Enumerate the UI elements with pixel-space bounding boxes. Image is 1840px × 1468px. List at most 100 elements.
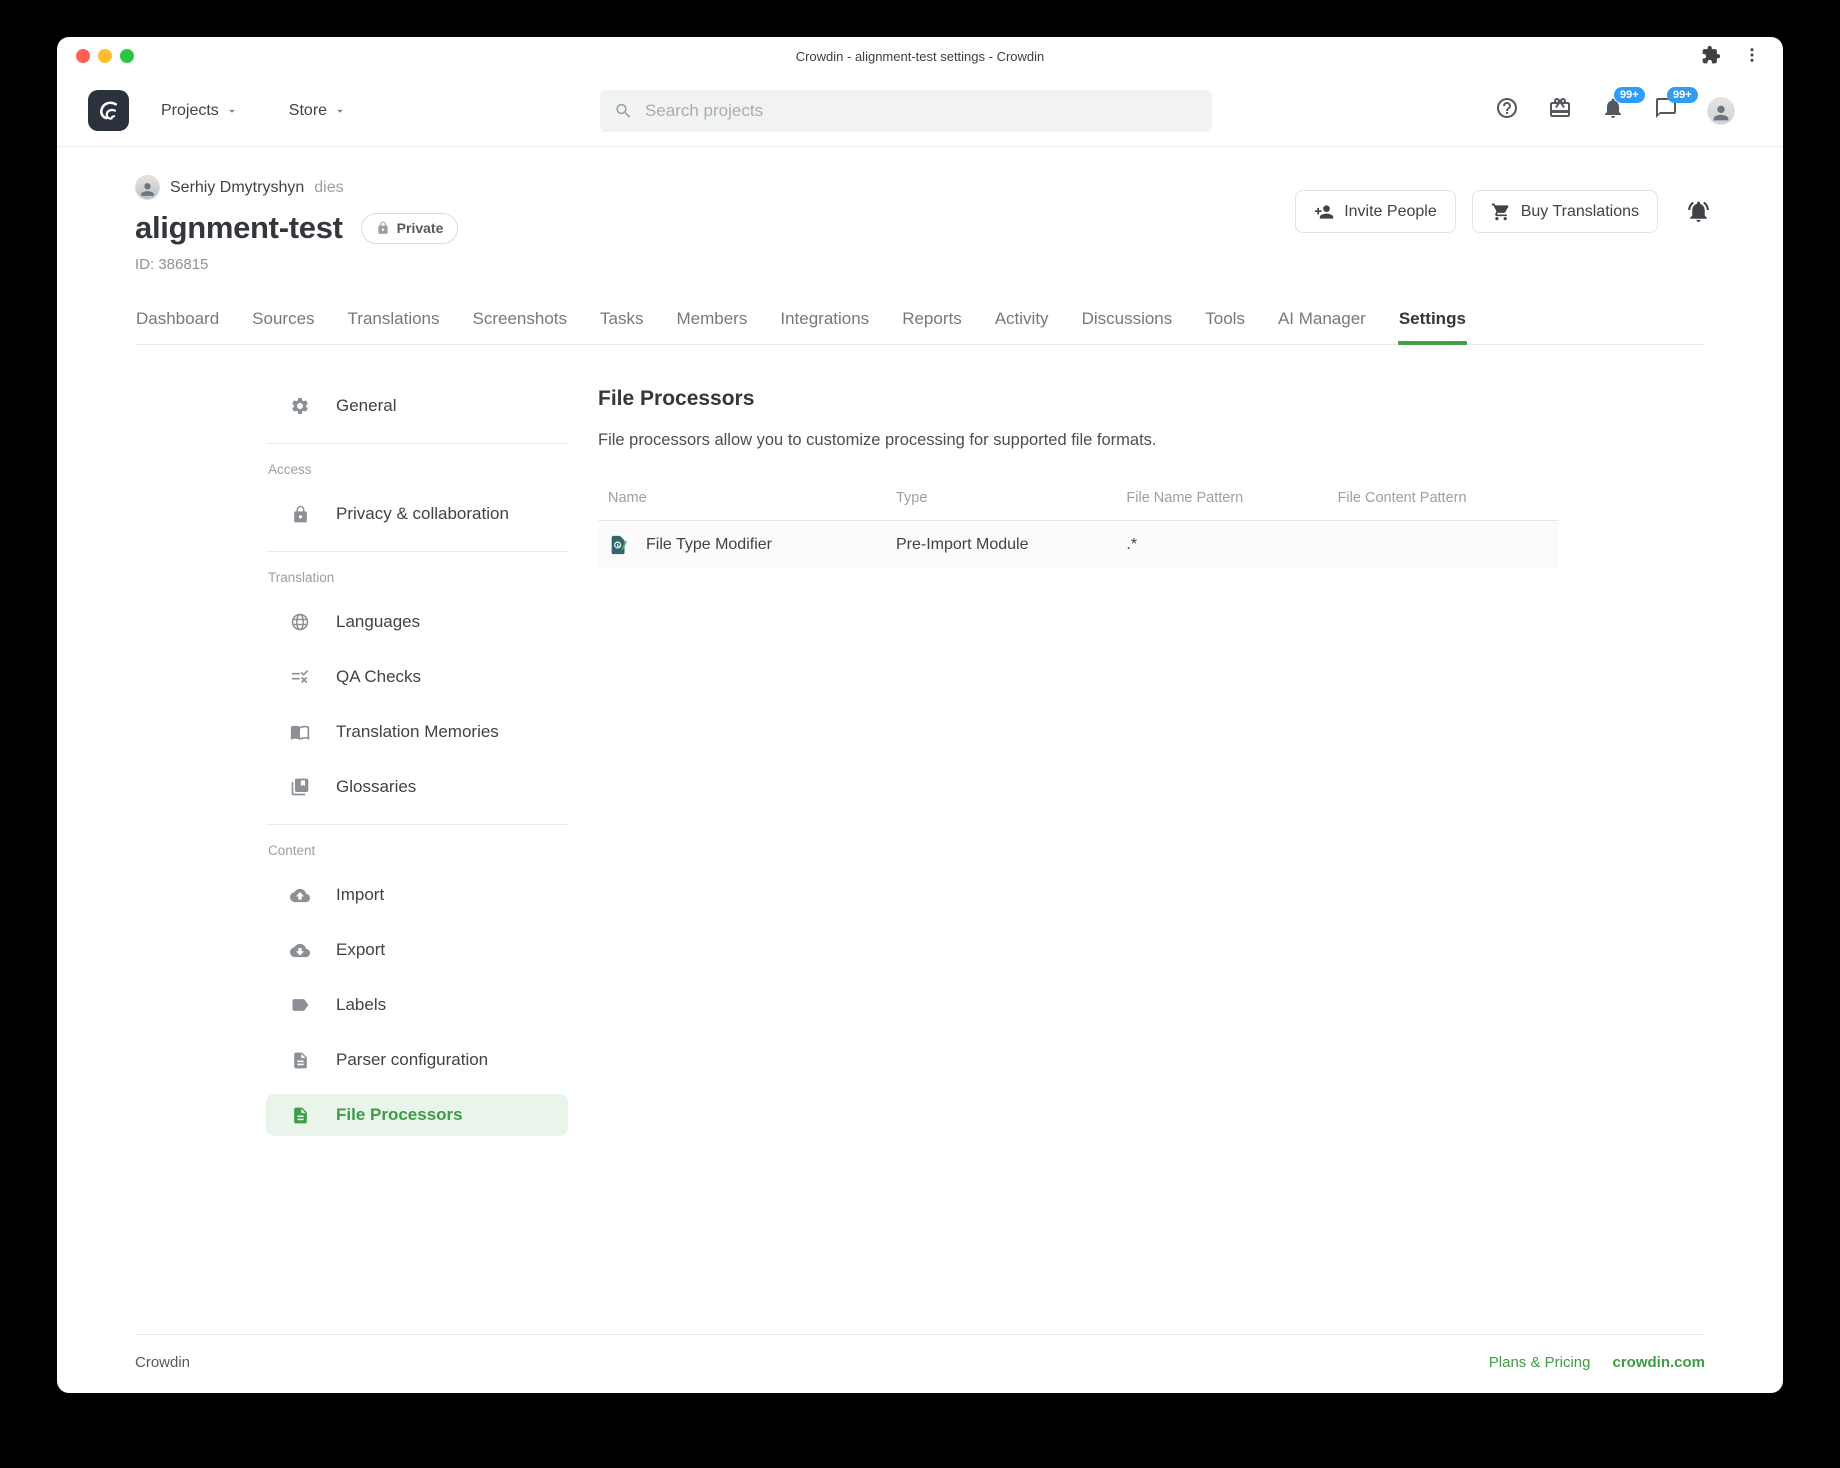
sidebar-item-qa-checks[interactable]: QA Checks (266, 656, 568, 698)
file-processors-table: Name Type File Name Pattern File Content… (598, 480, 1558, 569)
books-icon (290, 777, 310, 797)
messages-badge: 99+ (1667, 87, 1698, 103)
footer: Crowdin Plans & Pricing crowdin.com (57, 1334, 1783, 1393)
notifications-badge: 99+ (1614, 87, 1645, 103)
tab-settings[interactable]: Settings (1398, 309, 1467, 344)
browser-window: Crowdin - alignment-test settings - Crow… (57, 37, 1783, 1393)
visibility-label: Private (397, 220, 444, 236)
sidebar-item-glossaries[interactable]: Glossaries (266, 766, 568, 808)
window-title: Crowdin - alignment-test settings - Crow… (796, 49, 1045, 64)
tab-dashboard[interactable]: Dashboard (135, 309, 220, 344)
chevron-down-icon (225, 104, 239, 118)
extensions-puzzle-icon[interactable] (1701, 45, 1721, 65)
store-menu-label: Store (289, 102, 327, 120)
sidebar-item-privacy-collaboration[interactable]: Privacy & collaboration (266, 493, 568, 535)
tab-sources[interactable]: Sources (251, 309, 315, 344)
column-header-name: Name (598, 480, 886, 521)
titlebar: Crowdin - alignment-test settings - Crow… (57, 37, 1783, 75)
sidebar-section-access: Access (268, 462, 568, 477)
sidebar-item-label: QA Checks (336, 667, 421, 687)
tab-activity[interactable]: Activity (994, 309, 1050, 344)
open-book-icon (290, 722, 310, 742)
bell-ring-icon (1686, 199, 1711, 224)
project-header: Serhiy Dmytryshyn dies alignment-test Pr… (57, 147, 1783, 345)
minimize-window-button[interactable] (98, 49, 112, 63)
sidebar-item-translation-memories[interactable]: Translation Memories (266, 711, 568, 753)
buy-translations-button[interactable]: Buy Translations (1472, 190, 1658, 233)
processor-type: Pre-Import Module (886, 521, 1116, 570)
column-header-type: Type (886, 480, 1116, 521)
tab-ai-manager[interactable]: AI Manager (1277, 309, 1367, 344)
sidebar-item-label: Glossaries (336, 777, 416, 797)
messages-button[interactable]: 99+ (1654, 96, 1678, 125)
processor-name: File Type Modifier (646, 536, 772, 554)
top-navigation: Projects Store 99+ 99+ (57, 75, 1783, 147)
search-bar[interactable] (600, 90, 1212, 132)
tab-integrations[interactable]: Integrations (779, 309, 870, 344)
store-menu[interactable]: Store (289, 102, 347, 120)
plans-pricing-link[interactable]: Plans & Pricing (1489, 1354, 1591, 1371)
crowdin-logo[interactable] (88, 90, 129, 131)
sidebar-item-label: File Processors (336, 1105, 463, 1125)
column-header-file-name-pattern: File Name Pattern (1116, 480, 1327, 521)
gift-icon (1548, 96, 1572, 120)
tab-tasks[interactable]: Tasks (599, 309, 644, 344)
notifications-button[interactable]: 99+ (1601, 96, 1625, 125)
sidebar-item-labels[interactable]: Labels (266, 984, 568, 1026)
file-processors-panel: File Processors File processors allow yo… (598, 387, 1558, 569)
owner-name[interactable]: Serhiy Dmytryshyn (170, 179, 304, 197)
settings-body: General Access Privacy & collaboration T… (57, 345, 1783, 1149)
user-avatar[interactable] (1707, 97, 1735, 125)
document-icon (290, 1105, 310, 1125)
person-icon (138, 180, 157, 199)
tab-reports[interactable]: Reports (901, 309, 963, 344)
section-description: File processors allow you to customize p… (598, 431, 1558, 450)
sidebar-item-label: Import (336, 885, 384, 905)
sidebar-item-label: Parser configuration (336, 1050, 488, 1070)
person-icon (1710, 102, 1732, 124)
invite-people-button[interactable]: Invite People (1295, 190, 1456, 233)
sidebar-item-label: Export (336, 940, 385, 960)
tab-tools[interactable]: Tools (1204, 309, 1246, 344)
cloud-download-icon (290, 940, 310, 960)
page-title: alignment-test (135, 210, 343, 246)
sidebar-item-general[interactable]: General (266, 385, 568, 427)
sidebar-item-label: General (336, 396, 396, 416)
sidebar-item-file-processors[interactable]: File Processors (266, 1094, 568, 1136)
tab-screenshots[interactable]: Screenshots (472, 309, 569, 344)
projects-menu[interactable]: Projects (161, 102, 239, 120)
column-header-file-content-pattern: File Content Pattern (1328, 480, 1558, 521)
table-row[interactable]: File Type Modifier Pre-Import Module .* (598, 521, 1558, 570)
search-input[interactable] (645, 101, 1198, 121)
divider (266, 551, 568, 552)
project-tabs: Dashboard Sources Translations Screensho… (135, 309, 1705, 345)
window-controls[interactable] (76, 49, 134, 63)
file-type-modifier-icon (608, 534, 630, 556)
crowdin-com-link[interactable]: crowdin.com (1612, 1354, 1705, 1371)
sidebar-item-languages[interactable]: Languages (266, 601, 568, 643)
sidebar-item-import[interactable]: Import (266, 874, 568, 916)
footer-brand: Crowdin (135, 1354, 190, 1371)
sidebar-item-label: Labels (336, 995, 386, 1015)
divider (266, 824, 568, 825)
help-icon (1495, 96, 1519, 120)
sidebar-section-translation: Translation (268, 570, 568, 585)
browser-menu-kebab-icon[interactable] (1743, 46, 1761, 64)
tab-members[interactable]: Members (675, 309, 748, 344)
tab-discussions[interactable]: Discussions (1081, 309, 1174, 344)
tab-translations[interactable]: Translations (347, 309, 441, 344)
whats-new-button[interactable] (1548, 96, 1572, 125)
sidebar-item-parser-configuration[interactable]: Parser configuration (266, 1039, 568, 1081)
document-icon (290, 1050, 310, 1070)
sidebar-item-export[interactable]: Export (266, 929, 568, 971)
help-button[interactable] (1495, 96, 1519, 125)
owner-avatar[interactable] (135, 175, 160, 200)
project-notifications-button[interactable] (1686, 199, 1711, 224)
projects-menu-label: Projects (161, 102, 219, 120)
sidebar-item-label: Translation Memories (336, 722, 499, 742)
cart-icon (1491, 202, 1511, 222)
globe-icon (290, 612, 310, 632)
lock-icon (290, 504, 310, 524)
close-window-button[interactable] (76, 49, 90, 63)
zoom-window-button[interactable] (120, 49, 134, 63)
